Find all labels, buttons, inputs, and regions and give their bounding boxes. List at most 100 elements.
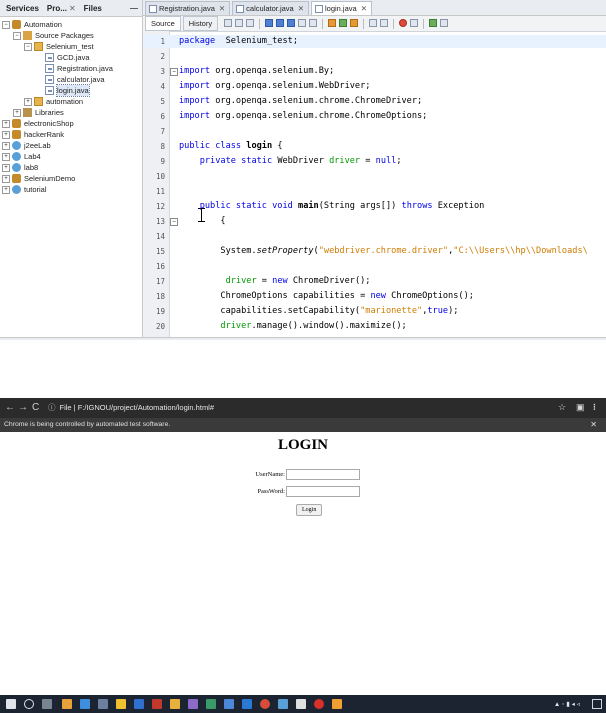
expand-icon[interactable]: +: [13, 109, 21, 117]
code-line[interactable]: 15 System.setProperty("webdriver.chrome.…: [143, 245, 606, 258]
next-bookmark-icon[interactable]: [339, 18, 348, 27]
toggle-highlight-icon[interactable]: [298, 18, 307, 27]
tree-item[interactable]: − Automation: [0, 19, 142, 30]
tree-item[interactable]: + j2eeLab: [0, 140, 142, 151]
tree-item[interactable]: Registration.java: [0, 63, 142, 74]
code-line[interactable]: 3− import org.openqa.selenium.By;: [143, 65, 606, 78]
code-line[interactable]: 14: [143, 230, 606, 243]
url-field[interactable]: ⓘ File | F:/IGNOU/project/Automation/logi…: [48, 401, 568, 414]
bookmark-star-icon[interactable]: ☆: [558, 402, 566, 413]
search-icon[interactable]: [24, 699, 34, 709]
minimize-panel-icon[interactable]: —: [130, 4, 138, 13]
reload-icon[interactable]: C: [32, 402, 39, 413]
tree-item[interactable]: + SeleniumDemo: [0, 173, 142, 184]
close-icon[interactable]: ✕: [590, 418, 597, 432]
code-line[interactable]: 2: [143, 50, 606, 63]
system-tray-icons[interactable]: ▲ ◦ ▮ ◂ ◃: [554, 700, 580, 708]
find-selection-icon[interactable]: [265, 18, 274, 27]
app-icon[interactable]: [296, 699, 306, 709]
code-line[interactable]: 1 package Selenium_test;: [143, 35, 606, 48]
find-next-icon[interactable]: [287, 18, 296, 27]
app-icon[interactable]: [188, 699, 198, 709]
tree-item[interactable]: login.java: [0, 84, 142, 97]
start-macro-icon[interactable]: [399, 18, 408, 27]
comment-icon[interactable]: [429, 18, 438, 27]
shift-left-icon[interactable]: [369, 18, 378, 27]
tree-item[interactable]: + hackerRank: [0, 129, 142, 140]
edge-icon[interactable]: [80, 699, 90, 709]
code-area[interactable]: 1 package Selenium_test; 2 3− import org.ope…: [143, 31, 606, 337]
code-line[interactable]: 10: [143, 170, 606, 183]
expand-icon[interactable]: +: [2, 120, 10, 128]
code-line[interactable]: 11: [143, 185, 606, 198]
code-line[interactable]: 13− {: [143, 215, 606, 228]
tab-registration-java[interactable]: Registration.java ✕: [145, 1, 231, 15]
fold-icon[interactable]: −: [170, 68, 178, 76]
shift-right-icon[interactable]: [380, 18, 389, 27]
tree-item[interactable]: + tutorial: [0, 184, 142, 195]
expand-icon[interactable]: +: [2, 175, 10, 183]
code-line[interactable]: 6 import org.openqa.selenium.chrome.Chrom…: [143, 110, 606, 123]
app-icon[interactable]: [314, 699, 324, 709]
app-icon[interactable]: [116, 699, 126, 709]
stop-macro-icon[interactable]: [410, 18, 419, 27]
expand-icon[interactable]: +: [2, 131, 10, 139]
code-line[interactable]: 4 import org.openqa.selenium.WebDriver;: [143, 80, 606, 93]
extension-icon[interactable]: ▣: [576, 402, 585, 413]
history-view-button[interactable]: History: [182, 16, 219, 31]
forward-arrow-icon[interactable]: →: [18, 402, 28, 413]
find-previous-icon[interactable]: [276, 18, 285, 27]
tab-projects[interactable]: Pro... ✕: [43, 4, 80, 13]
close-icon[interactable]: ✕: [69, 4, 76, 13]
tab-files[interactable]: Files: [80, 4, 106, 13]
toggle-search-icon[interactable]: [309, 18, 318, 27]
task-view-icon[interactable]: [42, 699, 52, 709]
previous-bookmark-icon[interactable]: [328, 18, 337, 27]
forward-icon[interactable]: [246, 18, 255, 27]
code-line[interactable]: 8 public class login {: [143, 140, 606, 153]
app-icon[interactable]: [224, 699, 234, 709]
tree-item[interactable]: − Source Packages: [0, 30, 142, 41]
expand-icon[interactable]: +: [2, 164, 10, 172]
code-line[interactable]: 5 import org.openqa.selenium.chrome.Chrom…: [143, 95, 606, 108]
last-edit-icon[interactable]: [224, 18, 233, 27]
expand-icon[interactable]: +: [2, 186, 10, 194]
collapse-icon[interactable]: −: [2, 21, 10, 29]
tab-calculator-java[interactable]: calculator.java ✕: [232, 1, 309, 15]
back-icon[interactable]: [235, 18, 244, 27]
code-line[interactable]: 16: [143, 260, 606, 273]
collapse-icon[interactable]: −: [24, 43, 32, 51]
store-icon[interactable]: [98, 699, 108, 709]
notification-icon[interactable]: [592, 699, 602, 709]
account-icon[interactable]: ⁝: [593, 402, 596, 413]
tree-item[interactable]: + automation: [0, 96, 142, 107]
code-line[interactable]: 18 ChromeOptions capabilities = new Chro…: [143, 290, 606, 303]
close-icon[interactable]: ✕: [219, 2, 225, 15]
start-icon[interactable]: [6, 699, 16, 709]
code-line[interactable]: 9 private static WebDriver driver = null…: [143, 155, 606, 168]
app-icon[interactable]: [278, 699, 288, 709]
username-field[interactable]: [286, 469, 360, 480]
uncomment-icon[interactable]: [440, 18, 449, 27]
tab-services[interactable]: Services: [2, 4, 43, 13]
word-icon[interactable]: [134, 699, 144, 709]
tree-item[interactable]: + Lab4: [0, 151, 142, 162]
tree-item[interactable]: + electronicShop: [0, 118, 142, 129]
password-field[interactable]: [286, 486, 360, 497]
tree-item[interactable]: + lab8: [0, 162, 142, 173]
code-line[interactable]: 17 driver = new ChromeDriver();: [143, 275, 606, 288]
source-view-button[interactable]: Source: [145, 16, 181, 31]
expand-icon[interactable]: +: [2, 142, 10, 150]
code-line[interactable]: 12 public static void main(String args[]…: [143, 200, 606, 213]
netbeans-icon[interactable]: [170, 699, 180, 709]
close-icon[interactable]: ✕: [298, 2, 304, 15]
file-explorer-icon[interactable]: [62, 699, 72, 709]
app-icon[interactable]: [242, 699, 252, 709]
expand-icon[interactable]: +: [24, 98, 32, 106]
tree-item[interactable]: − Selenium_test: [0, 41, 142, 52]
close-icon[interactable]: ✕: [361, 2, 367, 15]
code-line[interactable]: 19 capabilities.setCapability("marionett…: [143, 305, 606, 318]
info-icon[interactable]: ⓘ: [48, 403, 56, 412]
expand-icon[interactable]: +: [2, 153, 10, 161]
toggle-bookmark-icon[interactable]: [350, 18, 359, 27]
